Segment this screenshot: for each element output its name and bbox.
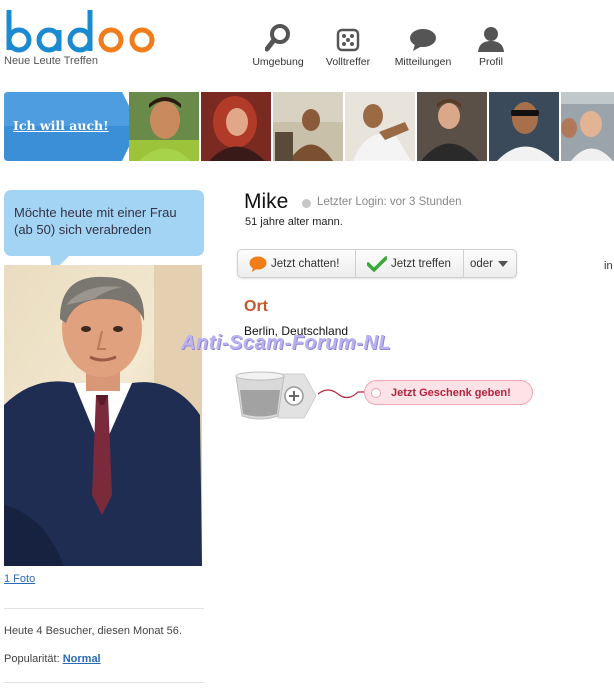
nav-label: Mitteilungen (394, 56, 452, 68)
popularity-label: Popularität: (4, 653, 60, 665)
watermark: Anti-Scam-Forum-NL (181, 332, 392, 354)
nav-label: Profil (479, 56, 503, 68)
nav-volltreffer[interactable]: Volltreffer (311, 22, 385, 68)
gift-button-dot (371, 388, 381, 398)
nav-umgebung[interactable]: Umgebung (245, 22, 311, 68)
popularity-value-link[interactable]: Normal (63, 653, 101, 665)
online-status-dot (302, 199, 311, 208)
photo-count-link[interactable]: 1 Foto (4, 573, 35, 585)
member-thumbnail[interactable] (201, 92, 271, 161)
gift-cup-icon[interactable] (234, 366, 318, 427)
tagline: Neue Leute Treffen (4, 55, 98, 67)
chat-button[interactable]: Jetzt chatten! (238, 250, 356, 277)
ich-will-auch-button[interactable]: Ich will auch! (4, 92, 139, 161)
more-options-dropdown[interactable]: oder (464, 250, 516, 277)
divider (4, 682, 204, 683)
nav-profil[interactable]: Profil (461, 22, 521, 68)
person-icon (461, 22, 521, 52)
divider (4, 608, 204, 609)
meet-button-label: Jetzt treffen (391, 257, 451, 270)
gift-button-label: Jetzt Geschenk geben! (391, 386, 511, 399)
status-message-text: Möchte heute mit einer Frau (ab 50) sich… (14, 205, 177, 237)
chevron-down-icon (498, 260, 509, 267)
nav-label: Umgebung (252, 56, 304, 68)
truncated-edge-text: in (604, 260, 613, 272)
search-icon (245, 22, 311, 52)
member-thumbnail[interactable] (561, 92, 614, 161)
last-login: Letzter Login: vor 3 Stunden (317, 196, 462, 208)
profile-photo[interactable] (4, 265, 202, 566)
member-thumbnail[interactable] (489, 92, 559, 161)
member-thumbnail[interactable] (273, 92, 343, 161)
status-message-bubble: Möchte heute mit einer Frau (ab 50) sich… (4, 190, 204, 256)
visitor-stats: Heute 4 Besucher, diesen Monat 56. (4, 625, 182, 637)
age-text: 51 jahre alter mann. (245, 216, 343, 228)
profile-page: Neue Leute Treffen Umgebung Volltreffer … (0, 0, 614, 689)
meet-button[interactable]: Jetzt treffen (356, 250, 464, 277)
nav-mitteilungen[interactable]: Mitteilungen (385, 22, 461, 68)
more-options-label: oder (470, 257, 494, 270)
badoo-logo-icon (6, 10, 155, 53)
member-photo-strip: Ich will auch! (0, 91, 614, 161)
location-heading: Ort (244, 298, 268, 315)
popularity: Popularität: Normal (4, 653, 101, 665)
dice-icon (311, 22, 385, 52)
nav-label: Volltreffer (325, 56, 371, 68)
checkmark-icon (367, 255, 387, 272)
give-gift-button[interactable]: Jetzt Geschenk geben! (364, 380, 533, 405)
member-thumbnail[interactable] (345, 92, 415, 161)
speech-bubble-icon (385, 22, 461, 52)
top-nav: Umgebung Volltreffer Mitteilungen Profil (245, 22, 521, 68)
chat-button-label: Jetzt chatten! (271, 257, 340, 270)
profile-name: Mike (244, 190, 289, 213)
action-button-group: Jetzt chatten! Jetzt treffen oder (237, 249, 517, 278)
ich-will-auch-link[interactable]: Ich will auch! (13, 118, 109, 133)
connector-squiggle-icon (318, 389, 368, 399)
member-thumbnail[interactable] (417, 92, 487, 161)
chat-bubble-icon (249, 256, 267, 272)
member-thumbnail[interactable] (129, 92, 199, 161)
